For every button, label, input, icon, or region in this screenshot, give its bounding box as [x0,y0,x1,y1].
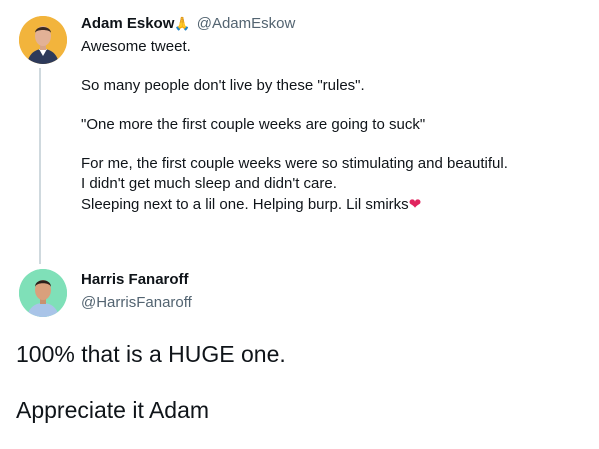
tweet-line: Sleeping next to a lil one. Helping burp… [81,194,586,215]
tweet-line-text: Sleeping next to a lil one. Helping burp… [81,196,409,213]
heart-icon: ❤ [408,195,422,213]
praying-hands-icon: 🙏 [174,17,191,32]
author-name[interactable]: Harris Fanaroff [81,270,192,290]
avatar[interactable] [19,269,67,317]
author-name[interactable]: Adam Eskow [81,15,174,32]
reply-tweet-header: Adam Eskow🙏 @AdamEskow [81,14,586,35]
avatar[interactable] [19,16,67,64]
tweet-line: I didn't get much sleep and didn't care. [81,175,337,192]
profile-photo-icon [19,269,67,317]
profile-photo-icon [19,16,67,64]
tweet-line: Awesome tweet. [81,38,191,55]
reply-tweet: Adam Eskow🙏 @AdamEskow Awesome tweet. So… [81,14,586,215]
reply-tweet-text: Awesome tweet. So many people don't live… [81,37,586,215]
tweet-line: So many people don't live by these "rule… [81,77,365,94]
tweet-line: For me, the first couple weeks were so s… [81,155,508,172]
author-handle[interactable]: @AdamEskow [197,15,296,32]
tweet-line: "One more the first couple weeks are goi… [81,116,426,133]
thread-connector-line [39,68,41,264]
main-tweet-text: 100% that is a HUGE one. Appreciate it A… [16,340,286,424]
main-tweet-header: Harris Fanaroff @HarrisFanaroff [81,270,192,313]
tweet-line: 100% that is a HUGE one. [16,341,286,367]
tweet-line: Appreciate it Adam [16,397,210,423]
author-handle[interactable]: @HarrisFanaroff [81,293,192,313]
